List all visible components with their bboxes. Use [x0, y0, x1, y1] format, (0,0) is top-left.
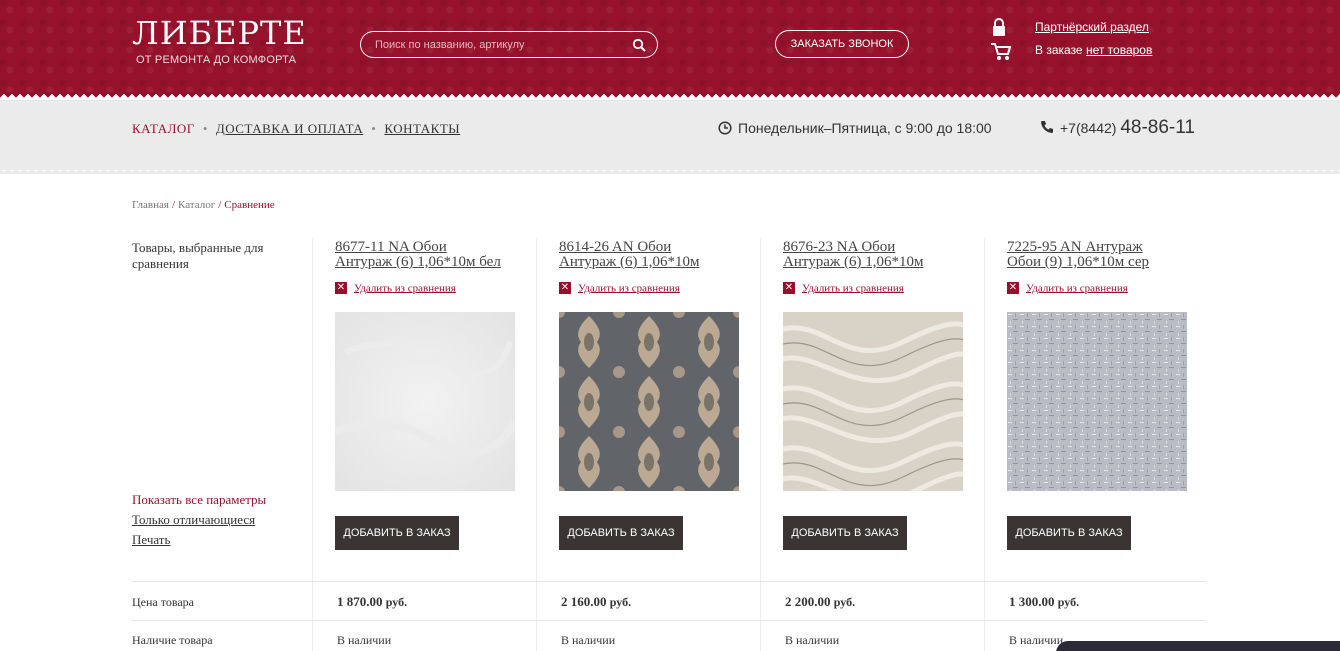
product-title-link[interactable]: 8614-26 AN Обои Антураж (6) 1,06*10м: [559, 240, 745, 270]
print-link[interactable]: Печать: [132, 530, 266, 550]
logo-subtitle: ОТ РЕМОНТА ДО КОМФОРТА: [136, 54, 297, 66]
add-to-order-button[interactable]: ДОБАВИТЬ В ЗАКАЗ: [783, 516, 907, 550]
product-availability: В наличии: [337, 633, 392, 647]
breadcrumb-catalog[interactable]: Каталог: [178, 199, 215, 211]
chat-widget[interactable]: [1056, 641, 1340, 651]
lock-icon: [993, 18, 1005, 36]
order-empty-link[interactable]: нет товаров: [1086, 43, 1152, 57]
breadcrumb-separator: /: [218, 199, 222, 211]
partner-section-link[interactable]: Партнёрский раздел: [1035, 20, 1149, 34]
row-divider: [132, 620, 1206, 621]
close-icon: ✕: [783, 282, 795, 295]
order-prefix: В заказе: [1035, 43, 1083, 57]
phone-icon: [1041, 121, 1053, 133]
close-icon: ✕: [559, 282, 571, 295]
nav-item-catalog[interactable]: КАТАЛОГ: [132, 121, 195, 136]
product-column: 8677-11 NA Обои Антураж (6) 1,06*10м бел…: [335, 238, 559, 651]
navbar-zigzag-border: [0, 166, 1340, 174]
product-price: 2 160.00 руб.: [561, 594, 632, 609]
remove-from-compare[interactable]: ✕ Удалить из сравнения: [783, 282, 904, 295]
breadcrumb-current: Сравнение: [224, 199, 275, 211]
availability-label: Наличие товара: [132, 633, 213, 647]
product-image[interactable]: [783, 312, 963, 491]
main-nav: КАТАЛОГ • ДОСТАВКА И ОПЛАТА • КОНТАКТЫ: [132, 121, 460, 137]
product-title-link[interactable]: 7225-95 AN Антураж Обои (9) 1,06*10м сер: [1007, 240, 1193, 270]
product-availability: В наличии: [785, 633, 840, 647]
search-input[interactable]: [375, 36, 625, 54]
search-icon[interactable]: [632, 38, 646, 52]
cart-icon[interactable]: [990, 42, 1012, 62]
order-status: В заказе нет товаров: [1035, 43, 1152, 57]
nav-item-contacts[interactable]: КОНТАКТЫ: [384, 121, 460, 136]
close-icon: ✕: [335, 282, 347, 295]
nav-item-delivery[interactable]: ДОСТАВКА И ОПЛАТА: [216, 121, 363, 136]
clock-icon: [718, 121, 732, 135]
product-price: 1 870.00 руб.: [337, 594, 408, 609]
phone-prefix: +7(8442): [1060, 120, 1117, 136]
remove-from-compare[interactable]: ✕ Удалить из сравнения: [1007, 282, 1128, 295]
product-availability: В наличии: [561, 633, 616, 647]
work-hours: Понедельник–Пятница, с 9:00 до 18:00: [718, 120, 992, 136]
show-all-params-link[interactable]: Показать все параметры: [132, 490, 266, 510]
breadcrumb-separator: /: [171, 199, 175, 211]
nav-separator: •: [202, 121, 208, 136]
header-zigzag-border: [0, 92, 1340, 100]
product-image[interactable]: [335, 312, 515, 491]
product-column: 7225-95 AN Антураж Обои (9) 1,06*10м сер…: [1007, 238, 1231, 651]
close-icon: ✕: [1007, 282, 1019, 295]
column-divider: [312, 238, 313, 651]
row-divider: [132, 581, 1206, 582]
product-price: 2 200.00 руб.: [785, 594, 856, 609]
phone-number: 48-86-11: [1120, 117, 1195, 138]
product-image[interactable]: [1007, 312, 1187, 491]
product-price: 1 300.00 руб.: [1009, 594, 1080, 609]
product-title-link[interactable]: 8676-23 NA Обои Антураж (6) 1,06*10м: [783, 240, 969, 270]
compare-options: Показать все параметры Только отличающие…: [132, 490, 266, 550]
search-box: [360, 31, 658, 58]
product-column: 8676-23 NA Обои Антураж (6) 1,06*10м ✕ Уд…: [783, 238, 1007, 651]
nav-separator: •: [371, 121, 377, 136]
product-image[interactable]: [559, 312, 739, 491]
phone[interactable]: +7(8442) 48-86-11: [1040, 117, 1195, 139]
compare-heading: Товары, выбранные для сравнения: [132, 240, 264, 271]
add-to-order-button[interactable]: ДОБАВИТЬ В ЗАКАЗ: [335, 516, 459, 550]
remove-from-compare[interactable]: ✕ Удалить из сравнения: [559, 282, 680, 295]
add-to-order-button[interactable]: ДОБАВИТЬ В ЗАКАЗ: [1007, 516, 1131, 550]
product-title-link[interactable]: 8677-11 NA Обои Антураж (6) 1,06*10м бел: [335, 240, 521, 270]
product-column: 8614-26 AN Обои Антураж (6) 1,06*10м ✕ Уд…: [559, 238, 783, 651]
add-to-order-button[interactable]: ДОБАВИТЬ В ЗАКАЗ: [559, 516, 683, 550]
breadcrumb-home[interactable]: Главная: [132, 199, 169, 211]
product-availability: В наличии: [1009, 633, 1064, 647]
remove-from-compare[interactable]: ✕ Удалить из сравнения: [335, 282, 456, 295]
callback-button[interactable]: ЗАКАЗАТЬ ЗВОНОК: [775, 30, 909, 58]
only-differences-link[interactable]: Только отличающиеся: [132, 510, 266, 530]
logo-title[interactable]: ЛИБЕРТЕ: [132, 14, 307, 52]
work-hours-text: Понедельник–Пятница, с 9:00 до 18:00: [738, 120, 992, 136]
breadcrumb: Главная / Каталог / Сравнение: [132, 199, 275, 211]
price-label: Цена товара: [132, 595, 194, 609]
